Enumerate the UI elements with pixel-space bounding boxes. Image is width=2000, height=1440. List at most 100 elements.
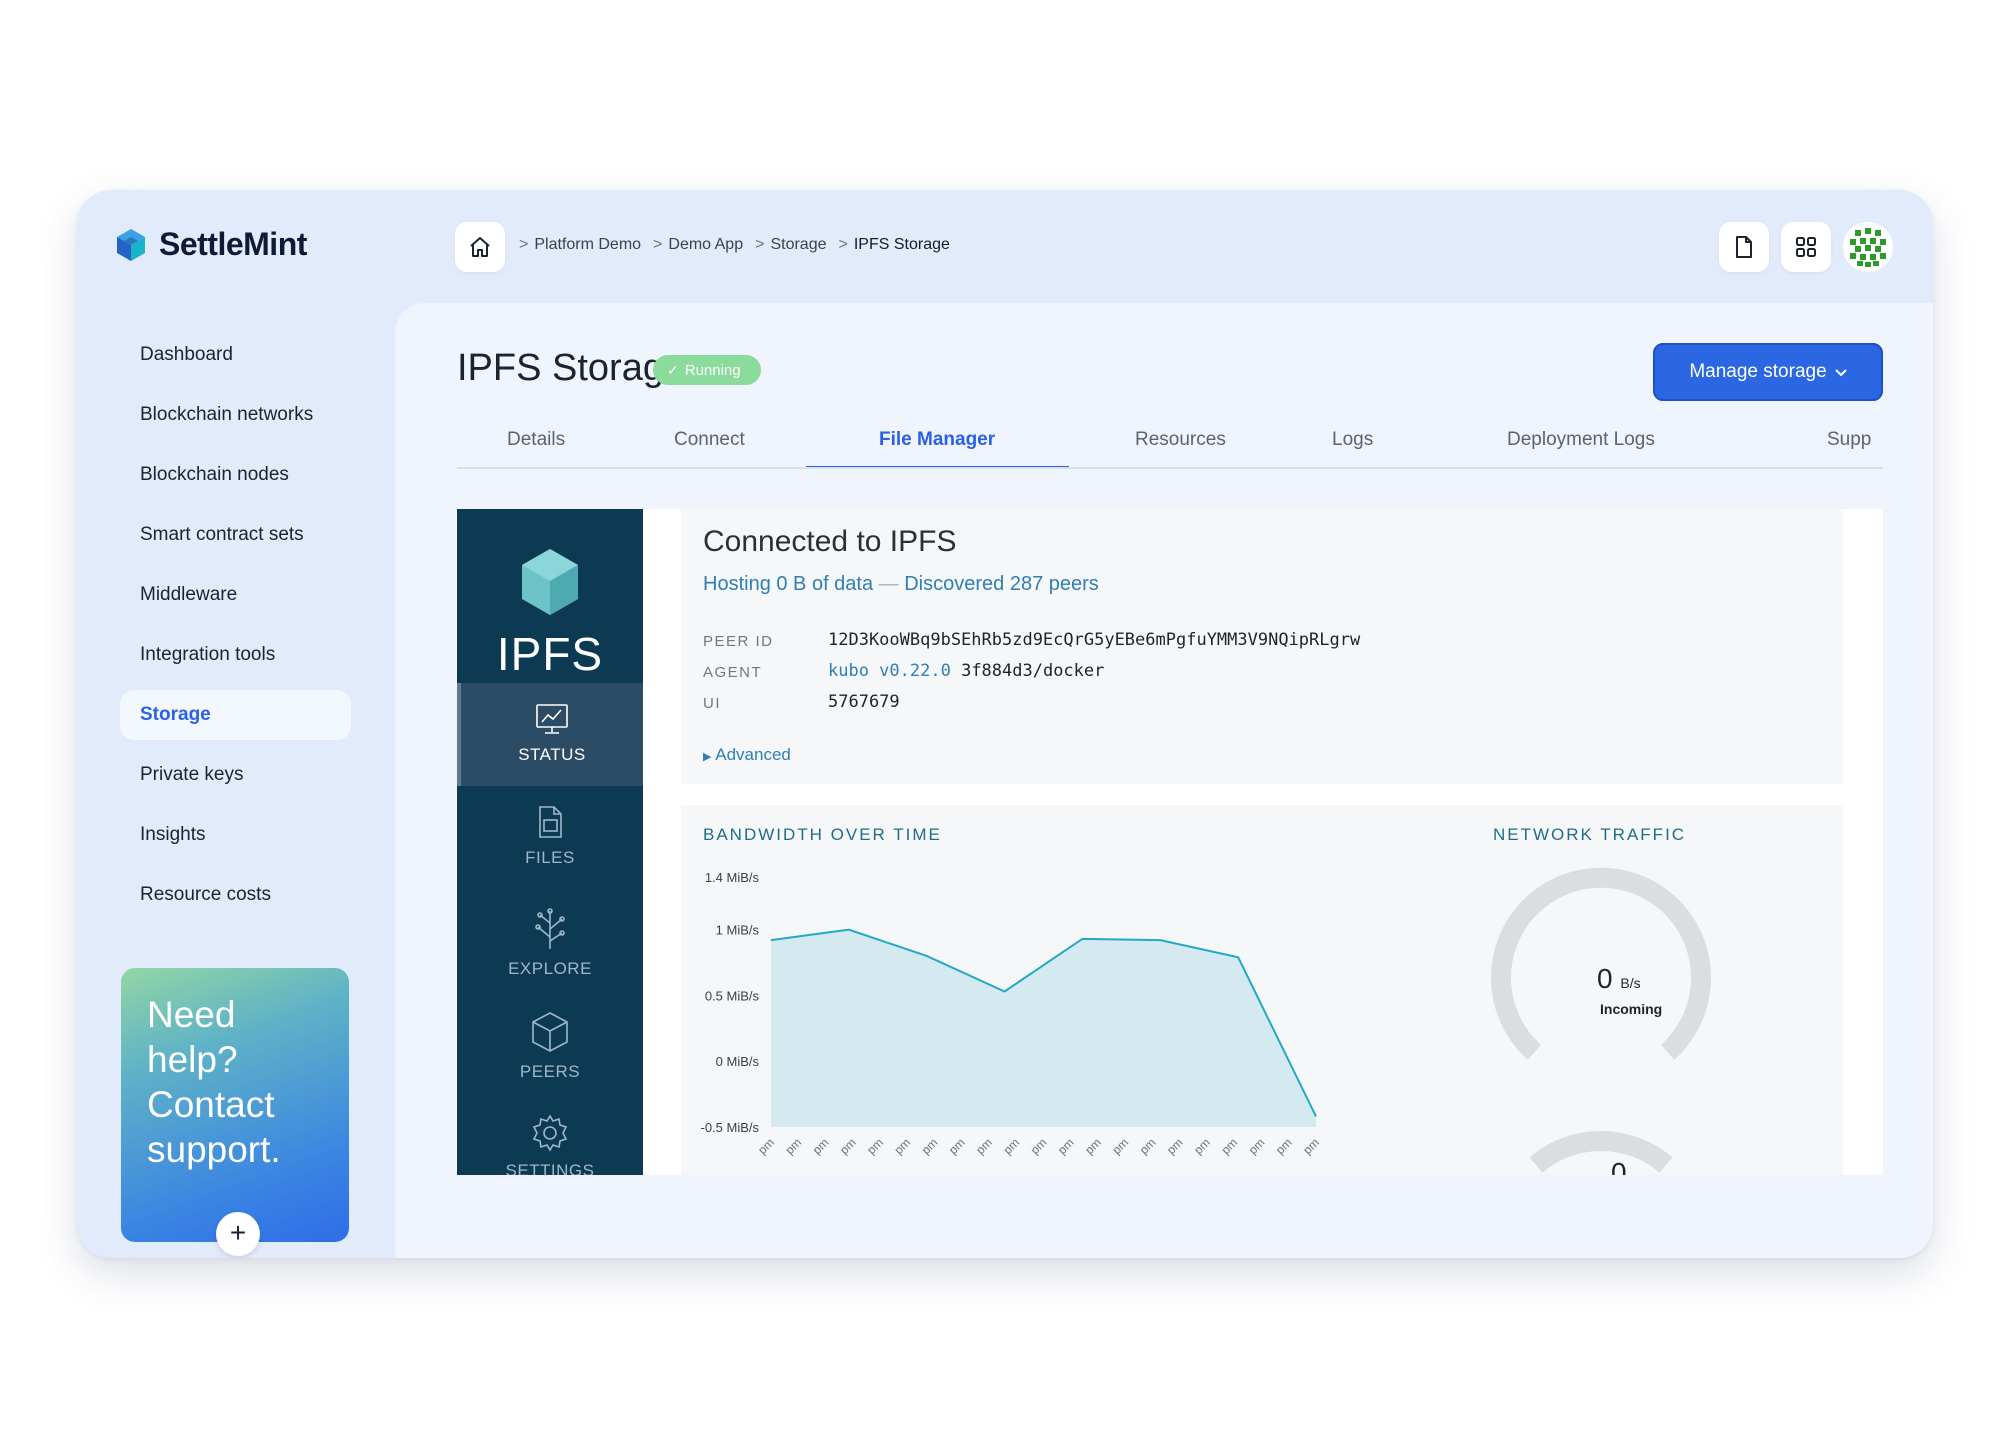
x-tick-label: pm — [1055, 1135, 1077, 1157]
user-avatar[interactable] — [1843, 222, 1893, 272]
agent-label: AGENT — [703, 664, 763, 681]
x-tick-label: pm — [1109, 1135, 1131, 1157]
network-traffic-gauges — [1491, 867, 1711, 1173]
x-tick-label: pm — [810, 1135, 832, 1157]
breadcrumb-item[interactable]: > Storage — [755, 236, 826, 254]
x-tick-label: pm — [1273, 1135, 1295, 1157]
page-title: IPFS Storage — [457, 347, 686, 389]
breadcrumb-item[interactable]: > Platform Demo — [519, 236, 641, 254]
home-icon — [470, 237, 490, 257]
check-icon: ✓ — [667, 361, 679, 378]
x-tick-label: pm — [919, 1135, 941, 1157]
peers-cube-icon — [532, 1012, 568, 1052]
apps-button[interactable] — [1781, 222, 1831, 272]
ipfs-nav-peers[interactable]: PEERS — [457, 992, 643, 1095]
bandwidth-title: BANDWIDTH OVER TIME — [703, 825, 942, 844]
peer-id-value: 12D3KooWBq9bSEhRb5zd9EcQrG5yEBe6mPgfuYMM… — [828, 630, 1361, 650]
tab-deployment-logs[interactable]: Deployment Logs — [1507, 429, 1655, 451]
x-tick-label: pm — [973, 1135, 995, 1157]
connection-summary: Hosting 0 B of data — Discovered 287 pee… — [703, 573, 1099, 596]
app-window: SettleMint Dashboard Blockchain networks… — [77, 190, 1933, 1258]
breadcrumb: > Platform Demo > Demo App > Storage > IPFS … — [519, 236, 962, 254]
y-tick-label: 1.4 MiB/s — [705, 870, 760, 885]
x-tick-label: pm — [1191, 1135, 1213, 1157]
agent-value: kubo v0.22.0 3f884d3/docker — [828, 661, 1104, 681]
sidebar-item-smart-contract-sets[interactable]: Smart contract sets — [120, 510, 351, 560]
bandwidth-area — [771, 929, 1316, 1127]
connection-title: Connected to IPFS — [703, 525, 957, 558]
ipfs-nav-files[interactable]: FILES — [457, 786, 643, 889]
caret-right-icon: ▶ — [703, 751, 712, 763]
ipfs-sidebar: IPFS STATUS FILES EXPLORE PEERS SETTINGS — [457, 509, 643, 1175]
incoming-caption: Incoming — [1600, 1001, 1663, 1017]
manage-storage-button[interactable]: Manage storage — [1653, 343, 1883, 401]
help-text: Need help? Contact support. — [147, 994, 281, 1170]
tab-resources[interactable]: Resources — [1135, 429, 1226, 451]
status-badge: ✓ Running — [653, 355, 761, 385]
x-tick-label: pm — [1300, 1135, 1322, 1157]
status-monitor-icon — [536, 704, 568, 734]
ipfs-cube-icon — [522, 549, 578, 615]
peers-link[interactable]: Discovered 287 peers — [904, 573, 1099, 595]
avatar-pattern-icon — [1843, 222, 1893, 272]
document-icon — [1736, 236, 1752, 258]
x-tick-label: pm — [1000, 1135, 1022, 1157]
ipfs-nav-explore-label: EXPLORE — [508, 959, 592, 978]
agent-version-link[interactable]: kubo v0.22.0 — [828, 661, 951, 681]
home-button[interactable] — [455, 222, 505, 272]
tab-file-manager[interactable]: File Manager — [879, 429, 995, 451]
y-tick-label: 0.5 MiB/s — [705, 988, 760, 1003]
bandwidth-chart: 1.4 MiB/s 1 MiB/s 0.5 MiB/s 0 MiB/s -0.5 MiB… — [700, 870, 1322, 1157]
advanced-toggle[interactable]: ▶ Advanced — [703, 745, 791, 765]
tab-connect[interactable]: Connect — [674, 429, 745, 451]
sidebar-nav: Dashboard Blockchain networks Blockchain… — [120, 330, 351, 930]
sidebar-item-private-keys[interactable]: Private keys — [120, 750, 351, 800]
ipfs-nav-settings[interactable]: SETTINGS — [457, 1095, 643, 1175]
outgoing-value: 0 — [1611, 1157, 1627, 1175]
sidebar-item-blockchain-networks[interactable]: Blockchain networks — [120, 390, 351, 440]
peer-id-label: PEER ID — [703, 633, 774, 650]
help-card[interactable]: Need help? Contact support. + — [121, 968, 349, 1256]
sidebar-item-middleware[interactable]: Middleware — [120, 570, 351, 620]
x-tick-label: pm — [946, 1135, 968, 1157]
brand-name: SettleMint — [159, 226, 307, 262]
sidebar-item-dashboard[interactable]: Dashboard — [120, 330, 351, 380]
help-plus-button[interactable]: + — [216, 1212, 260, 1256]
x-tick-label: pm — [1164, 1135, 1186, 1157]
sidebar-item-resource-costs[interactable]: Resource costs — [120, 870, 351, 920]
incoming-unit: B/s — [1620, 975, 1641, 991]
x-tick-label: pm — [1028, 1135, 1050, 1157]
manage-storage-label: Manage storage — [1689, 361, 1827, 382]
agent-build: 3f884d3/docker — [961, 661, 1105, 681]
sidebar-item-storage[interactable]: Storage — [120, 690, 351, 740]
active-tab-indicator — [806, 466, 1069, 467]
ipfs-nav-status-label: STATUS — [518, 745, 586, 764]
tab-logs[interactable]: Logs — [1332, 429, 1373, 451]
x-tick-label: pm — [1246, 1135, 1268, 1157]
advanced-label: Advanced — [715, 745, 791, 764]
sidebar-item-insights[interactable]: Insights — [120, 810, 351, 860]
ipfs-nav-peers-label: PEERS — [519, 1062, 581, 1081]
x-tick-label: pm — [1082, 1135, 1104, 1157]
separator-dash: — — [878, 573, 899, 595]
explore-tree-icon — [535, 908, 565, 949]
x-tick-label: pm — [837, 1135, 859, 1157]
tab-support[interactable]: Supp — [1827, 429, 1871, 451]
documentation-button[interactable] — [1719, 222, 1769, 272]
outgoing-gauge — [1529, 1131, 1673, 1173]
sidebar-item-blockchain-nodes[interactable]: Blockchain nodes — [120, 450, 351, 500]
ipfs-nav-explore[interactable]: EXPLORE — [457, 889, 643, 992]
sidebar-item-integration-tools[interactable]: Integration tools — [120, 630, 351, 680]
breadcrumb-item[interactable]: > Demo App — [653, 236, 743, 254]
cube-logo-icon — [117, 228, 145, 261]
ui-label: UI — [703, 695, 721, 712]
network-traffic-title: NETWORK TRAFFIC — [1493, 825, 1687, 844]
brand-logo[interactable]: SettleMint — [113, 226, 307, 263]
y-tick-label: 0 MiB/s — [716, 1054, 760, 1069]
x-tick-label: pm — [891, 1135, 913, 1157]
y-tick-label: -0.5 MiB/s — [700, 1120, 759, 1135]
apps-grid-icon — [1796, 237, 1816, 257]
tab-details[interactable]: Details — [507, 429, 565, 451]
ipfs-nav-status[interactable]: STATUS — [457, 683, 643, 786]
x-tick-label: pm — [864, 1135, 886, 1157]
